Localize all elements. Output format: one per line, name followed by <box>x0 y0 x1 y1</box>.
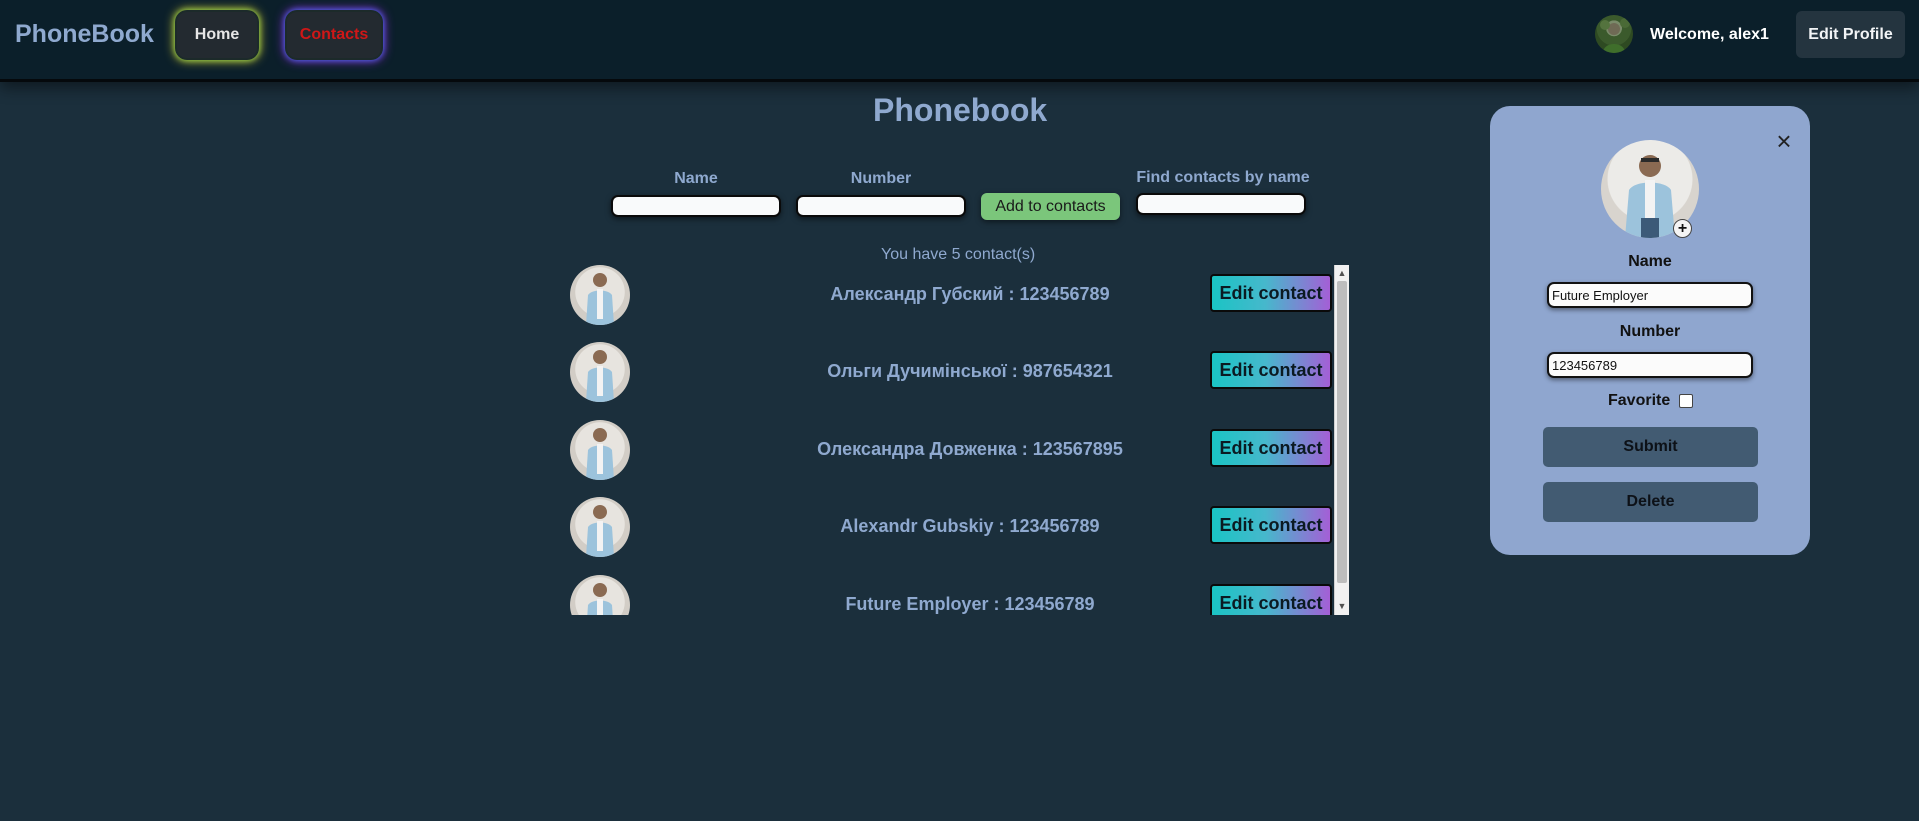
scroll-down-arrow-icon[interactable]: ▼ <box>1335 599 1349 613</box>
edit-contact-button[interactable]: Edit contact <box>1210 274 1332 312</box>
edit-contact-button[interactable]: Edit contact <box>1210 429 1332 467</box>
number-input[interactable] <box>796 195 966 217</box>
contact-avatar <box>570 342 630 402</box>
close-icon[interactable]: × <box>1773 128 1795 154</box>
user-avatar[interactable] <box>1595 15 1633 53</box>
contacts-scrollbar[interactable]: ▲ ▼ <box>1334 265 1349 615</box>
delete-button[interactable]: Delete <box>1543 482 1758 522</box>
edit-contact-button[interactable]: Edit contact <box>1210 351 1332 389</box>
edit-contact-button[interactable]: Edit contact <box>1210 584 1332 615</box>
submit-button[interactable]: Submit <box>1543 427 1758 467</box>
contact-name-number: Ольги Дучимінської : 987654321 <box>827 361 1113 381</box>
scroll-up-arrow-icon[interactable]: ▲ <box>1335 266 1349 280</box>
contact-avatar <box>570 265 630 325</box>
contact-avatar <box>570 420 630 480</box>
add-to-contacts-button[interactable]: Add to contacts <box>981 193 1120 220</box>
find-contacts-label: Find contacts by name <box>1136 169 1310 186</box>
contact-name-number: Alexandr Gubskiy : 123456789 <box>840 516 1100 536</box>
contact-row: Олександра Довженка : 123567895 Edit con… <box>555 420 1335 490</box>
edit-contact-panel: × + Name Number Favorite Submit Delete <box>1490 106 1810 555</box>
welcome-text: Welcome, alex1 <box>1650 26 1769 43</box>
top-navbar: PhoneBook Home Contacts Welcome, alex1 E… <box>0 0 1919 82</box>
contact-avatar <box>570 575 630 615</box>
nav-home-button[interactable]: Home <box>177 12 257 58</box>
panel-number-label: Number <box>1619 323 1681 340</box>
contacts-list: Александр Губский : 123456789 Edit conta… <box>555 265 1350 615</box>
edit-profile-button[interactable]: Edit Profile <box>1796 11 1905 58</box>
contact-row: Alexandr Gubskiy : 123456789 Edit contac… <box>555 497 1335 567</box>
find-contacts-input[interactable] <box>1136 193 1306 215</box>
name-field-label: Name <box>674 170 718 187</box>
favorite-row: Favorite <box>1608 392 1694 410</box>
panel-name-input[interactable] <box>1547 282 1753 308</box>
scroll-thumb[interactable] <box>1337 281 1347 583</box>
favorite-checkbox[interactable] <box>1679 394 1694 408</box>
contact-name-number: Александр Губский : 123456789 <box>830 284 1110 304</box>
favorite-label: Favorite <box>1608 392 1671 409</box>
contacts-count-text: You have 5 contact(s) <box>881 246 1036 263</box>
contact-row: Future Employer : 123456789 Edit contact <box>555 575 1335 615</box>
name-input[interactable] <box>611 195 781 217</box>
number-field-label: Number <box>850 170 912 187</box>
contact-name-number: Future Employer : 123456789 <box>845 594 1095 614</box>
panel-number-input[interactable] <box>1547 352 1753 378</box>
contact-avatar <box>570 497 630 557</box>
contact-row: Александр Губский : 123456789 Edit conta… <box>555 265 1335 335</box>
plus-icon[interactable]: + <box>1673 219 1692 238</box>
brand-logo-text[interactable]: PhoneBook <box>15 20 154 49</box>
contact-row: Ольги Дучимінської : 987654321 Edit cont… <box>555 342 1335 412</box>
edit-contact-button[interactable]: Edit contact <box>1210 506 1332 544</box>
page-title-text: Phonebook <box>873 92 1048 128</box>
nav-contacts-button[interactable]: Contacts <box>287 12 381 58</box>
contact-name-number: Олександра Довженка : 123567895 <box>817 439 1123 459</box>
panel-name-label: Name <box>1628 253 1672 270</box>
